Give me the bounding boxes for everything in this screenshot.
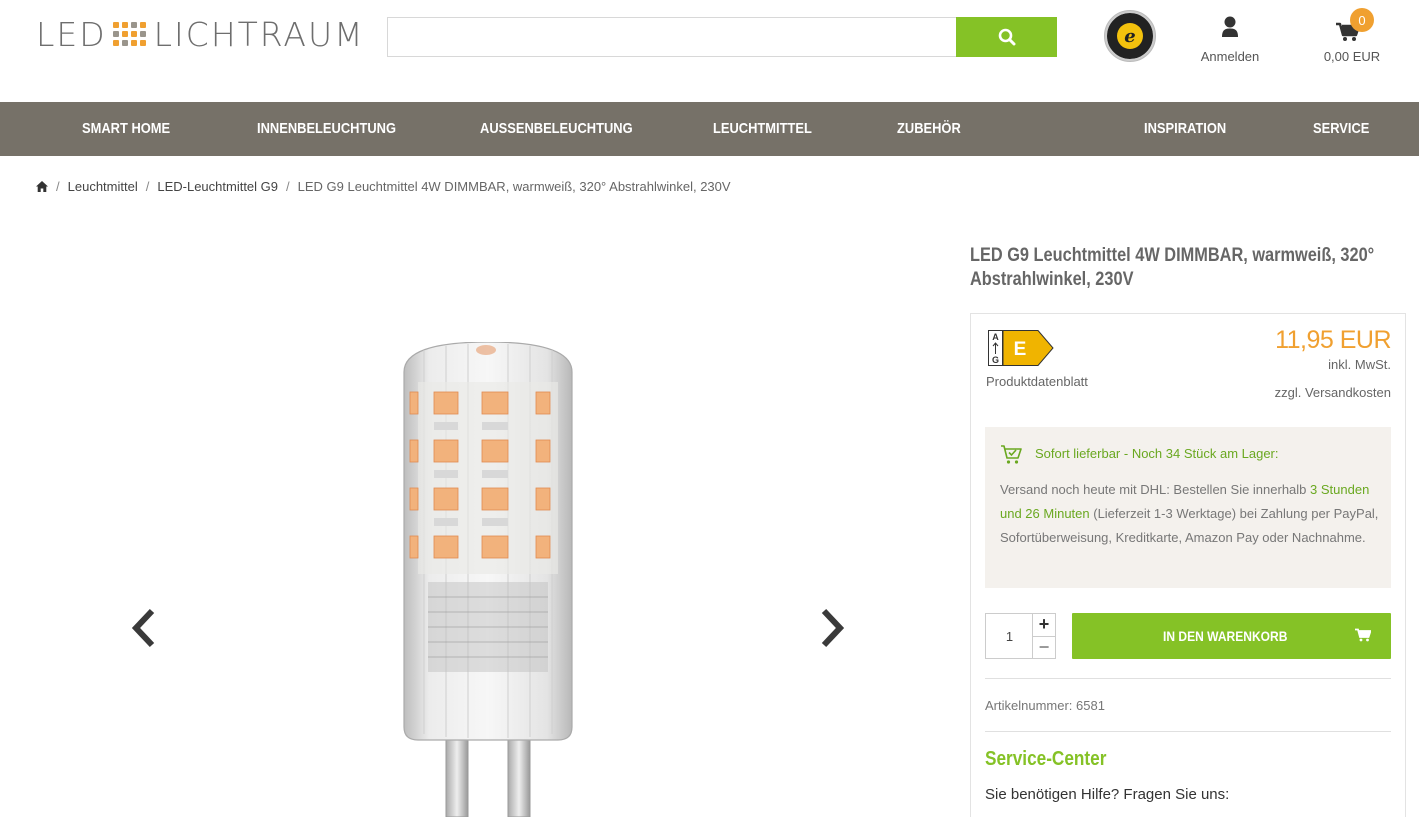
breadcrumb-separator: / — [145, 178, 150, 194]
chevron-right-icon — [821, 608, 845, 648]
nav-item-aussenbeleuchtung[interactable]: AUSSENBELEUCHTUNG — [480, 102, 633, 156]
trusted-shops-ring — [1105, 11, 1155, 61]
logo-text-led: LED — [36, 14, 107, 54]
cart-icon — [1355, 628, 1371, 642]
product-gallery — [36, 230, 936, 817]
search-icon — [998, 28, 1015, 46]
logo-dots — [112, 22, 146, 46]
cart-total: 0,00 EUR — [1323, 49, 1381, 64]
logo-dot — [139, 31, 146, 37]
search-button[interactable] — [956, 17, 1057, 57]
divider — [985, 731, 1391, 732]
cart-count-badge: 0 — [1350, 8, 1374, 32]
quantity-decrease-button[interactable]: − — [1033, 635, 1055, 659]
service-center-text: Sie benötigen Hilfe? Fragen Sie uns: — [985, 786, 1230, 803]
trusted-shops-badge[interactable]: e — [1104, 10, 1156, 62]
login-link[interactable]: Anmelden — [1190, 16, 1270, 64]
logo-dot — [112, 22, 119, 28]
energy-scale-bottom: G — [992, 355, 999, 365]
breadcrumb: / Leuchtmittel / LED-Leuchtmittel G9 / L… — [36, 177, 731, 195]
stock-info-box: Sofort lieferbar - Noch 34 Stück am Lage… — [985, 427, 1391, 588]
chevron-left-icon — [131, 608, 155, 648]
energy-scale-top: A — [992, 332, 999, 342]
add-to-cart-button[interactable]: IN DEN WARENKORB — [1072, 613, 1391, 659]
tax-note: inkl. MwSt. — [1328, 357, 1391, 372]
logo-dot — [139, 40, 146, 46]
logo-dot — [130, 31, 137, 37]
main-navigation: SMART HOME INNENBELEUCHTUNG AUSSENBELEUC… — [0, 102, 1419, 156]
logo-dot — [130, 22, 137, 28]
quantity-input[interactable]: 1 — [985, 613, 1033, 659]
product-price: 11,95 EUR — [1275, 326, 1391, 354]
nav-item-innenbeleuchtung[interactable]: INNENBELEUCHTUNG — [257, 102, 396, 156]
logo-dot — [112, 40, 119, 46]
stock-title: Sofort lieferbar - Noch 34 Stück am Lage… — [1035, 446, 1279, 461]
logo-dot — [139, 22, 146, 28]
breadcrumb-current: LED G9 Leuchtmittel 4W DIMMBAR, warmweiß… — [297, 178, 731, 194]
logo-dot — [130, 40, 137, 46]
login-label: Anmelden — [1200, 49, 1260, 64]
nav-item-leuchtmittel[interactable]: LEUCHTMITTEL — [713, 102, 812, 156]
stock-text: Versand noch heute mit DHL: Bestellen Si… — [1000, 478, 1380, 550]
cart-check-icon — [1001, 445, 1022, 464]
site-logo[interactable]: LED LICHTRAUM — [36, 14, 365, 54]
energy-label-icon[interactable]: A G E — [988, 330, 1054, 366]
energy-class: E — [1014, 339, 1027, 360]
breadcrumb-separator: / — [56, 178, 60, 194]
nav-item-service[interactable]: SERVICE — [1313, 102, 1369, 156]
gallery-prev-button[interactable] — [123, 603, 163, 653]
site-header: LED LICHTRAUM e Anmelden 0 0,00 EUR — [0, 0, 1419, 102]
breadcrumb-item-g9[interactable]: LED-Leuchtmittel G9 — [157, 179, 278, 194]
add-to-cart-label: IN DEN WARENKORB — [1163, 628, 1288, 644]
quantity-increase-button[interactable]: + — [1033, 614, 1055, 636]
breadcrumb-separator: / — [286, 178, 290, 194]
user-icon — [1222, 16, 1238, 37]
stock-text-part-1: Versand noch heute mit DHL: Bestellen Si… — [1000, 482, 1311, 497]
shipping-costs-link[interactable]: zzgl. Versandkosten — [1275, 385, 1391, 400]
logo-text-lichtraum: LICHTRAUM — [153, 14, 365, 54]
product-datasheet-link[interactable]: Produktdatenblatt — [986, 374, 1088, 389]
quantity-stepper: + − — [1032, 613, 1056, 659]
nav-item-zubehoer[interactable]: ZUBEHÖR — [897, 102, 961, 156]
logo-dot — [121, 40, 128, 46]
gallery-next-button[interactable] — [813, 603, 853, 653]
buy-box: A G E Produktdatenblatt 11,95 EUR inkl. … — [970, 313, 1406, 817]
product-title: LED G9 Leuchtmittel 4W DIMMBAR, warmweiß… — [970, 245, 1375, 290]
logo-dot — [112, 31, 119, 37]
home-icon[interactable] — [36, 180, 48, 192]
divider — [985, 678, 1391, 679]
logo-dot — [121, 22, 128, 28]
service-center-title: Service-Center — [985, 748, 1107, 770]
logo-dot — [121, 31, 128, 37]
nav-item-smart-home[interactable]: SMART HOME — [82, 102, 170, 156]
article-number: Artikelnummer: 6581 — [985, 698, 1105, 713]
product-image — [403, 342, 573, 817]
nav-item-inspiration[interactable]: INSPIRATION — [1144, 102, 1226, 156]
search-input[interactable] — [387, 17, 957, 57]
breadcrumb-item-leuchtmittel[interactable]: Leuchtmittel — [68, 179, 138, 194]
